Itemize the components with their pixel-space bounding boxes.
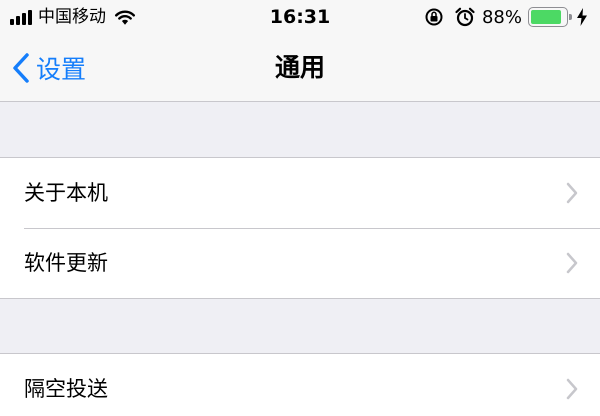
list-item-label: 隔空投送 bbox=[24, 377, 108, 401]
battery-percent: 88% bbox=[481, 6, 522, 28]
chevron-right-icon bbox=[566, 252, 578, 274]
status-right: 88% bbox=[424, 6, 588, 28]
page-title: 通用 bbox=[274, 53, 325, 82]
charging-bolt-icon bbox=[577, 8, 587, 26]
battery-icon bbox=[528, 7, 572, 27]
list-item-label: 关于本机 bbox=[24, 181, 108, 205]
status-bar: 中国移动 16:31 88% bbox=[0, 0, 600, 34]
alarm-icon bbox=[455, 7, 475, 27]
settings-group-1: 关于本机 软件更新 bbox=[0, 157, 600, 299]
chevron-right-icon bbox=[566, 182, 578, 204]
settings-group-2: 隔空投送 bbox=[0, 353, 600, 416]
battery-fill bbox=[531, 10, 561, 24]
rotation-lock-icon bbox=[425, 8, 443, 26]
list-item-airdrop[interactable]: 隔空投送 bbox=[0, 354, 600, 416]
chevron-right-icon bbox=[566, 378, 578, 400]
navigation-bar: 设置 通用 bbox=[0, 34, 600, 102]
list-item-label: 软件更新 bbox=[24, 251, 108, 275]
list-item-software-update[interactable]: 软件更新 bbox=[0, 228, 600, 298]
list-item-about[interactable]: 关于本机 bbox=[0, 158, 600, 228]
